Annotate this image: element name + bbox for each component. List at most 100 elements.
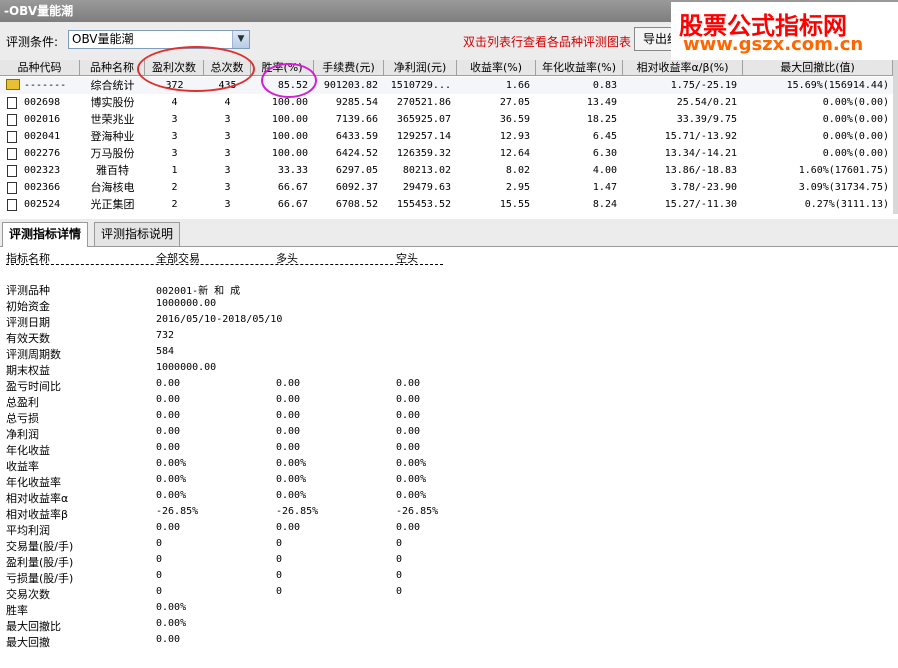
table-cell[interactable]: 光正集团 [80,196,145,213]
table-cell[interactable]: 13.86/-18.83 [623,162,737,179]
table-cell[interactable]: 登海种业 [80,128,145,145]
table-cell[interactable]: 雅百特 [80,162,145,179]
table-cell[interactable]: 80213.02 [384,162,451,179]
table-cell[interactable]: 万马股份 [80,145,145,162]
table-cell[interactable]: 100.00 [251,128,308,145]
table-cell[interactable]: 4 [204,94,251,111]
table-cell[interactable]: 33.39/9.75 [623,111,737,128]
table-cell[interactable]: 002366 [24,179,80,196]
table-cell[interactable]: 66.67 [251,179,308,196]
table-cell[interactable]: 8.24 [536,196,617,213]
table-cell[interactable]: 100.00 [251,111,308,128]
table-cell[interactable]: 155453.52 [384,196,451,213]
table-cell[interactable]: 1 [145,162,204,179]
table-cell[interactable]: 3 [204,162,251,179]
table-cell[interactable]: 2 [145,179,204,196]
table-cell[interactable]: 13.34/-14.21 [623,145,737,162]
table-cell[interactable]: 0.00%(0.00) [743,94,889,111]
column-header[interactable]: 年化收益率(%) [536,60,623,76]
table-cell[interactable]: 1.60%(17601.75) [743,162,889,179]
table-cell[interactable]: 综合统计 [80,77,145,94]
table-cell[interactable]: 1.75/-25.19 [623,77,737,94]
chevron-down-icon[interactable]: ▼ [232,31,249,48]
table-cell[interactable]: 002524 [24,196,80,213]
detail-value: 0.00 [276,410,301,421]
table-cell[interactable]: 129257.14 [384,128,451,145]
table-cell[interactable]: 901203.82 [314,77,378,94]
table-cell[interactable]: 100.00 [251,145,308,162]
table-cell[interactable]: 3 [204,196,251,213]
table-cell[interactable]: 36.59 [457,111,530,128]
tab-indicator-details[interactable]: 评测指标详情 [2,222,89,247]
table-cell[interactable]: 4.00 [536,162,617,179]
table-cell[interactable]: 13.49 [536,94,617,111]
table-cell[interactable]: 1.66 [457,77,530,94]
table-cell[interactable]: 15.27/-11.30 [623,196,737,213]
table-cell[interactable]: 3 [145,145,204,162]
table-cell[interactable]: 3 [204,145,251,162]
table-cell[interactable]: 25.54/0.21 [623,94,737,111]
table-cell[interactable]: 126359.32 [384,145,451,162]
table-cell[interactable]: 6297.05 [314,162,378,179]
table-cell[interactable]: 3 [204,111,251,128]
table-cell[interactable]: 1510729... [384,77,451,94]
column-header[interactable]: 相对收益率α/β(%) [623,60,743,76]
table-cell[interactable]: 002698 [24,94,80,111]
table-cell[interactable]: 0.00%(0.00) [743,128,889,145]
table-cell[interactable]: ------- [24,77,80,94]
table-cell[interactable]: 12.64 [457,145,530,162]
column-header[interactable]: 手续费(元) [314,60,384,76]
detail-label: 年化收益 [6,444,50,457]
column-header[interactable]: 收益率(%) [457,60,536,76]
table-cell[interactable]: 0.83 [536,77,617,94]
table-cell[interactable]: 3 [145,128,204,145]
table-cell[interactable]: 6.45 [536,128,617,145]
table-cell[interactable]: 0.00%(0.00) [743,111,889,128]
table-cell[interactable]: 0.27%(3111.13) [743,196,889,213]
table-cell[interactable]: 12.93 [457,128,530,145]
column-header[interactable]: 净利润(元) [384,60,457,76]
table-cell[interactable]: 29479.63 [384,179,451,196]
column-header[interactable]: 品种代码 [0,60,80,76]
table-cell[interactable]: 15.55 [457,196,530,213]
table-cell[interactable]: 6.30 [536,145,617,162]
table-cell[interactable]: 002041 [24,128,80,145]
condition-select[interactable]: OBV量能潮 ▼ [68,30,250,49]
table-cell[interactable]: 365925.07 [384,111,451,128]
table-cell[interactable]: 002276 [24,145,80,162]
table-scrollbar[interactable] [893,60,898,214]
table-cell[interactable]: 6092.37 [314,179,378,196]
table-cell[interactable]: 博实股份 [80,94,145,111]
table-cell[interactable]: 9285.54 [314,94,378,111]
detail-value: 0.00% [396,458,427,469]
table-cell[interactable]: 2.95 [457,179,530,196]
table-cell[interactable]: 15.69%(156914.44) [743,77,889,94]
table-cell[interactable]: 27.05 [457,94,530,111]
table-cell[interactable]: 8.02 [457,162,530,179]
table-cell[interactable]: 6433.59 [314,128,378,145]
table-cell[interactable]: 2 [145,196,204,213]
table-cell[interactable]: 270521.86 [384,94,451,111]
table-cell[interactable]: 4 [145,94,204,111]
table-cell[interactable]: 7139.66 [314,111,378,128]
table-cell[interactable]: 世荣兆业 [80,111,145,128]
table-cell[interactable]: 台海核电 [80,179,145,196]
table-cell[interactable]: 002016 [24,111,80,128]
table-cell[interactable]: 18.25 [536,111,617,128]
table-cell[interactable]: 3 [145,111,204,128]
table-cell[interactable]: 33.33 [251,162,308,179]
table-cell[interactable]: 002323 [24,162,80,179]
column-header[interactable]: 最大回撤比(值) [743,60,893,76]
table-cell[interactable]: 3 [204,179,251,196]
table-cell[interactable]: 15.71/-13.92 [623,128,737,145]
table-cell[interactable]: 66.67 [251,196,308,213]
table-cell[interactable]: 3 [204,128,251,145]
table-cell[interactable]: 1.47 [536,179,617,196]
column-header[interactable]: 品种名称 [80,60,145,76]
table-cell[interactable]: 6424.52 [314,145,378,162]
tab-indicator-description[interactable]: 评测指标说明 [94,222,181,246]
table-cell[interactable]: 3.78/-23.90 [623,179,737,196]
table-cell[interactable]: 6708.52 [314,196,378,213]
table-cell[interactable]: 0.00%(0.00) [743,145,889,162]
table-cell[interactable]: 3.09%(31734.75) [743,179,889,196]
